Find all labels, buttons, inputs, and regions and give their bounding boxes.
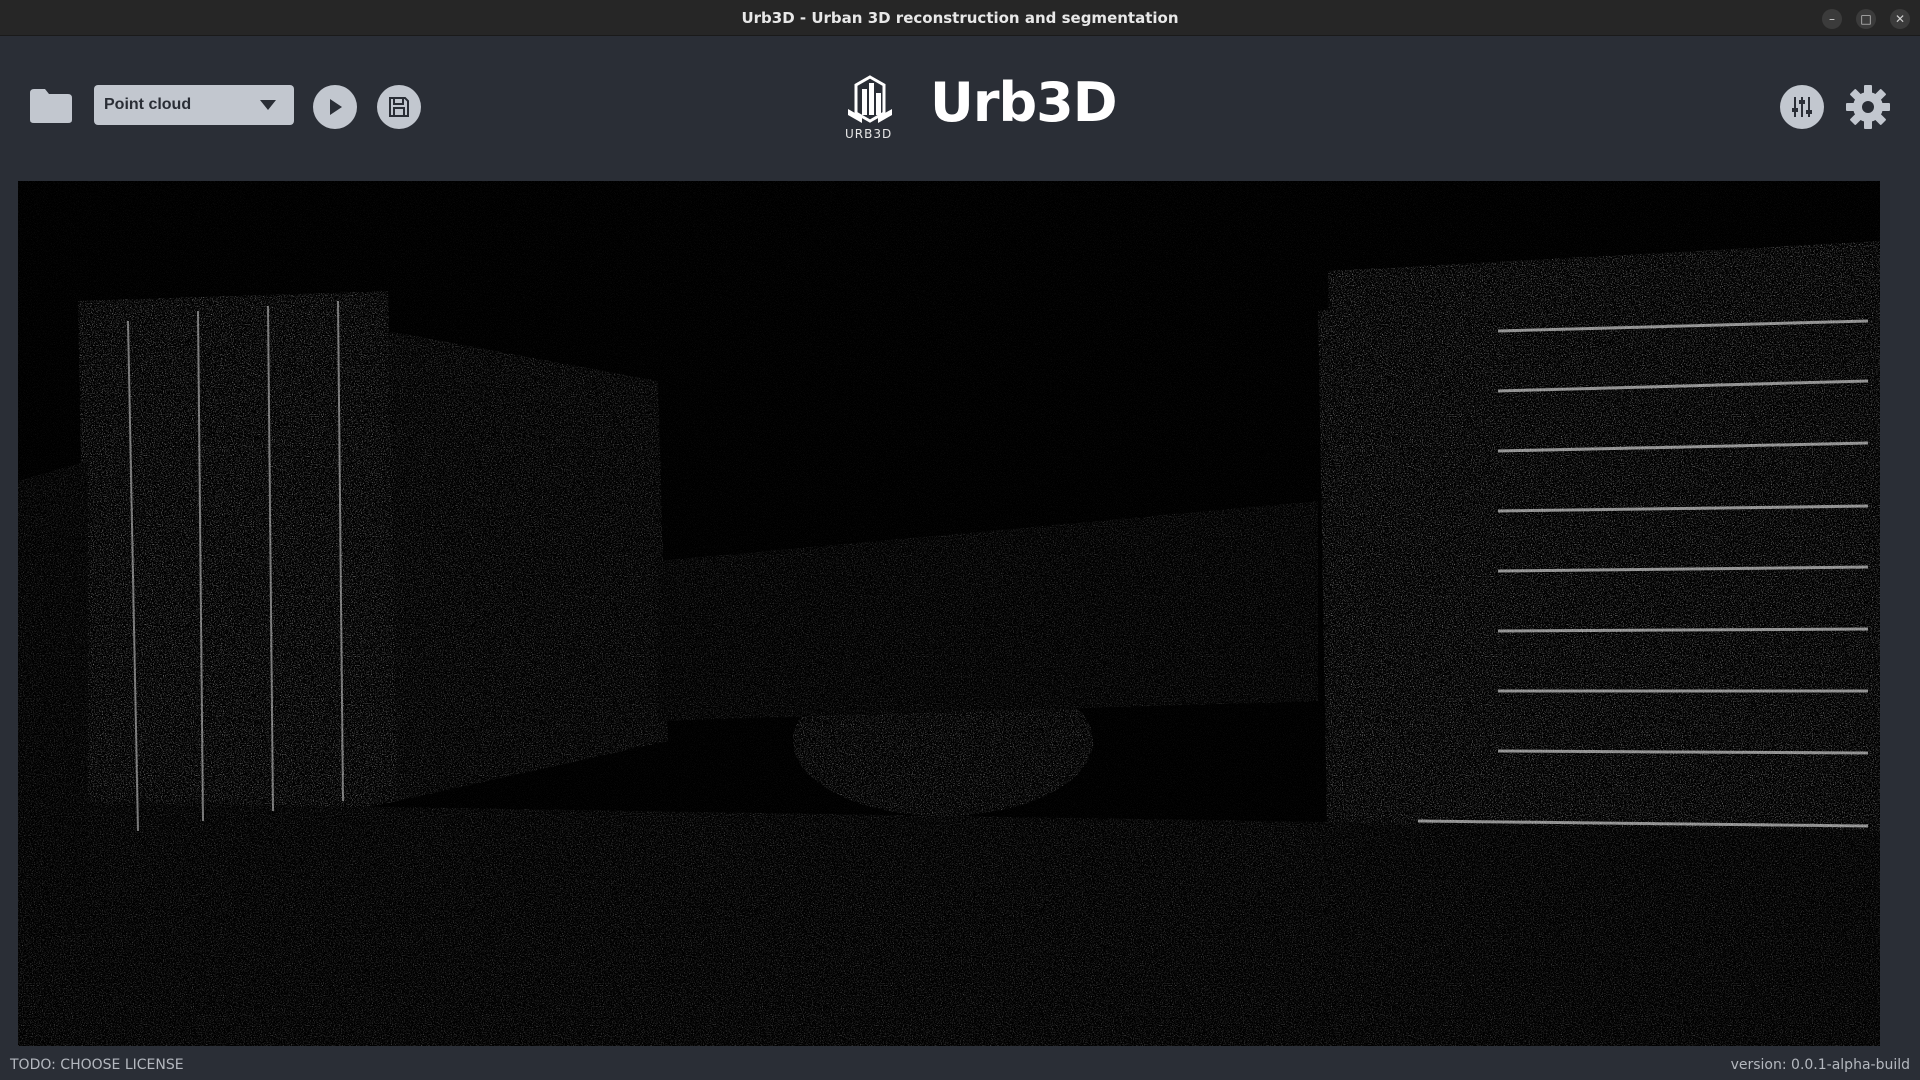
maximize-button[interactable]: □ bbox=[1856, 9, 1876, 29]
version-text: version: 0.0.1-alpha-build bbox=[1730, 1057, 1910, 1073]
play-icon bbox=[330, 99, 342, 115]
run-button[interactable] bbox=[313, 85, 357, 129]
point-cloud-viewer[interactable] bbox=[18, 181, 1880, 1046]
point-cloud-canvas[interactable] bbox=[18, 181, 1880, 1046]
settings-button[interactable] bbox=[1844, 83, 1892, 131]
chevron-down-icon bbox=[260, 100, 276, 110]
app-name: Urb3D bbox=[930, 71, 1118, 134]
folder-icon bbox=[30, 89, 72, 123]
toolbar: Point cloud URB3D Urb3D bbox=[0, 37, 1920, 181]
window-title: Urb3D - Urban 3D reconstruction and segm… bbox=[741, 8, 1179, 27]
filters-button[interactable] bbox=[1780, 85, 1824, 129]
save-icon bbox=[389, 97, 409, 117]
gear-icon bbox=[1846, 85, 1890, 129]
sliders-icon bbox=[1792, 97, 1812, 117]
save-button[interactable] bbox=[377, 85, 421, 129]
license-text: TODO: CHOOSE LICENSE bbox=[10, 1057, 184, 1073]
open-folder-button[interactable] bbox=[28, 87, 74, 125]
mode-select-value: Point cloud bbox=[104, 96, 192, 113]
window-controls: – □ ✕ bbox=[1822, 9, 1910, 29]
mode-select[interactable]: Point cloud bbox=[94, 85, 294, 125]
minimize-button[interactable]: – bbox=[1822, 9, 1842, 29]
title-bar: Urb3D - Urban 3D reconstruction and segm… bbox=[0, 0, 1920, 36]
close-button[interactable]: ✕ bbox=[1890, 9, 1910, 29]
logo-text: URB3D bbox=[845, 127, 893, 141]
status-bar: TODO: CHOOSE LICENSE version: 0.0.1-alph… bbox=[0, 1050, 1920, 1080]
